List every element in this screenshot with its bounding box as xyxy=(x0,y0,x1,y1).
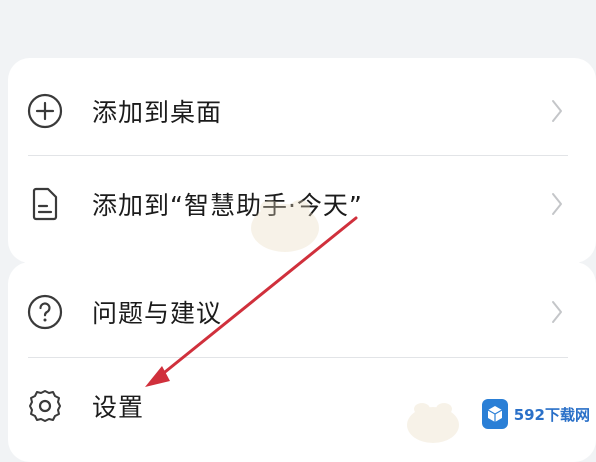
watermark-mascot-icon xyxy=(251,200,319,252)
help-circle-icon xyxy=(26,293,64,331)
menu-divider xyxy=(28,155,568,156)
menu-item-feedback[interactable]: 问题与建议 xyxy=(8,292,596,332)
site-watermark: 592下载网 xyxy=(478,396,590,432)
app-menu-screen: 添加到桌面 添加到“智慧助手·今天” 问题与建议 设置 592下载网 xyxy=(0,0,596,462)
watermark-mascot-icon xyxy=(407,403,459,443)
menu-item-label: 设置 xyxy=(92,393,145,422)
watermark-text: 592下载网 xyxy=(513,405,590,424)
add-circle-icon xyxy=(26,92,64,130)
chevron-right-icon xyxy=(550,299,564,325)
document-icon xyxy=(26,185,64,223)
menu-item-label: 问题与建议 xyxy=(92,299,223,328)
watermark-logo-icon xyxy=(482,399,508,429)
menu-item-label: 添加到桌面 xyxy=(92,98,223,127)
menu-item-add-to-desktop[interactable]: 添加到桌面 xyxy=(8,91,596,131)
gear-icon xyxy=(26,387,64,425)
chevron-right-icon xyxy=(550,98,564,124)
chevron-right-icon xyxy=(550,191,564,217)
menu-card-secondary: 问题与建议 设置 xyxy=(8,262,596,462)
menu-divider xyxy=(28,357,568,358)
